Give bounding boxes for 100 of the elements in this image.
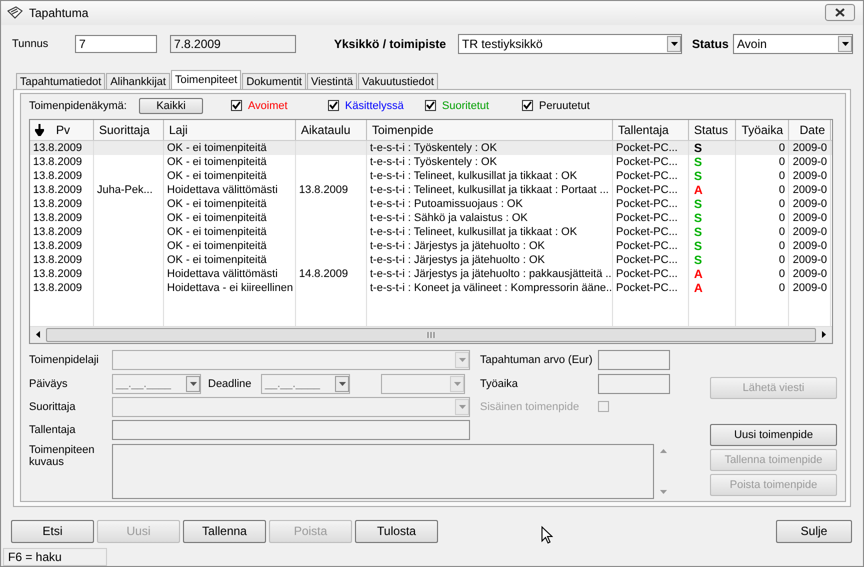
horizontal-scrollbar[interactable] (30, 326, 832, 343)
filter-checkbox[interactable] (328, 100, 339, 112)
dropdown-arrow-icon[interactable] (670, 42, 678, 46)
tab[interactable]: Toimenpiteet (170, 70, 242, 89)
column-header[interactable]: Tallentaja (613, 120, 689, 140)
action-button[interactable]: Uusi toimenpide (710, 424, 837, 446)
filter-checkbox[interactable] (231, 100, 242, 112)
unit-dropdown[interactable]: TR testiyksikkö (458, 34, 682, 54)
table-cell: 13.8.2009 (33, 268, 82, 280)
command-button[interactable]: Tallenna (183, 520, 266, 542)
description-field[interactable] (112, 444, 654, 499)
table-cell: Hoidettava välittömästi (167, 268, 278, 280)
performer-label: Suorittaja (29, 400, 76, 413)
column-header[interactable]: Työaika (736, 120, 789, 140)
table-cell: 13.8.2009 (33, 254, 82, 266)
column-header[interactable]: Status (689, 120, 736, 140)
table-row[interactable]: 13.8.2009 Hoidettava - ei kiireellinen t-e-s-t-i : Koneet ja välineet : Kompressorin ääne...Pocket-PC... A 0 2009-0 (30, 280, 832, 295)
filter-checkbox[interactable] (522, 100, 533, 112)
filter-label: Avoimet (248, 100, 289, 112)
id-label: Tunnus (12, 38, 50, 50)
table-cell: t-e-s-t-i : Telineet, kulkusillat ja tikkaat : Portaat ... (370, 184, 609, 196)
table-row[interactable]: 13.8.2009 OK - ei toimenpiteitä t-e-s-t-i : Järjestys ja jätehuolto : OK Pocket-PC... S 0 2009-0 (30, 252, 832, 267)
column-title: Laji (169, 122, 188, 137)
table-cell: 0 (778, 254, 785, 266)
table-cell: OK - ei toimenpiteitä (167, 240, 267, 252)
status-label: Status (692, 37, 730, 52)
tab[interactable]: Tapahtumatiedot (16, 72, 106, 89)
recorder-field[interactable] (112, 420, 470, 440)
table-cell: Hoidettava välittömästi (167, 184, 278, 196)
work-time-field[interactable] (598, 374, 670, 394)
right-arrow-icon[interactable] (822, 331, 826, 338)
all-button[interactable]: Kaikki (139, 98, 203, 114)
tab[interactable]: Vakuutustiedot (358, 72, 438, 89)
status-letter: S (693, 210, 702, 225)
id-field[interactable]: 7 (75, 35, 157, 54)
table-row[interactable]: 13.8.2009 OK - ei toimenpiteitä t-e-s-t-i : Sähkö ja valaistus : OK Pocket-PC... S 0 2009-0 (30, 210, 832, 225)
performer-dropdown[interactable] (112, 396, 470, 417)
left-arrow-icon[interactable] (36, 331, 40, 338)
command-button[interactable]: Etsi (11, 520, 94, 542)
table-row[interactable]: 13.8.2009 Hoidettava välittömästi 14.8.2009 t-e-s-t-i : Järjestys ja jätehuolto : pakkausjätteitä ...Pocket-PC... A 0 2009-0 (30, 266, 832, 281)
table-cell: t-e-s-t-i : Järjestys ja jätehuolto : OK (370, 254, 545, 266)
table-row[interactable]: 13.8.2009 OK - ei toimenpiteitä t-e-s-t-i : Telineet, kulkusillat ja tikkaat : OK Pocket-PC... S 0 2009-0 (30, 168, 832, 183)
dropdown-arrow-icon[interactable] (190, 382, 196, 386)
filter-label: Peruutetut (539, 100, 591, 112)
filter-checkbox[interactable] (425, 100, 436, 112)
status-letter: S (693, 224, 702, 239)
command-button[interactable]: Tulosta (355, 520, 438, 542)
column-header[interactable]: Toimenpide (367, 120, 613, 140)
dropdown-arrow-icon[interactable] (842, 42, 848, 46)
table-cell: 0 (778, 226, 785, 238)
column-header[interactable]: Pv (30, 120, 94, 140)
filter-label: Käsittelyssä (345, 100, 405, 112)
table-cell: t-e-s-t-i : Koneet ja välineet : Kompressorin ääne... (370, 282, 612, 294)
status-letter: S (693, 196, 702, 211)
table-cell: Pocket-PC... (616, 184, 678, 196)
status-dropdown[interactable]: Avoin (733, 34, 853, 54)
table-row[interactable]: 13.8.2009 Juha-Pek... Hoidettava välittömästi 13.8.2009 t-e-s-t-i : Telineet, kulkusillat ja tikkaat : Portaat ... Pocket-PC... A 0 2009-0 (30, 182, 832, 197)
column-header[interactable]: Aikataulu (296, 120, 367, 140)
table-row[interactable]: 13.8.2009 OK - ei toimenpiteitä t-e-s-t-i : Telineet, kulkusillat ja tikkaat : OK Pocket-PC... S 0 2009-0 (30, 224, 832, 239)
close-button[interactable] (825, 4, 855, 22)
action-type-dropdown[interactable] (112, 350, 470, 370)
dropdown-arrow-icon[interactable] (338, 382, 346, 386)
table-cell: Pocket-PC... (616, 212, 678, 224)
internal-action-label: Sisäinen toimenpide (480, 400, 580, 413)
column-header[interactable]: Suorittaja (94, 120, 164, 140)
column-header[interactable]: Date (789, 120, 831, 140)
table-cell: 0 (778, 282, 785, 294)
tab[interactable]: Viestintä (307, 72, 357, 89)
date-label: Päiväys (29, 378, 69, 390)
deadline-picker[interactable]: __.__.____ (261, 374, 350, 394)
table-cell: Pocket-PC... (616, 198, 678, 210)
table-row[interactable]: 13.8.2009 OK - ei toimenpiteitä t-e-s-t-i : Putoamissuojaus : OK Pocket-PC... S 0 2009-0 (30, 196, 832, 211)
date-picker[interactable]: __.__.____ (112, 374, 201, 394)
up-arrow-icon[interactable] (660, 448, 668, 453)
sort-arrow-icon (35, 124, 44, 136)
table-cell: 13.8.2009 (299, 184, 348, 196)
time-dropdown[interactable] (381, 374, 465, 394)
table-cell: OK - ei toimenpiteitä (167, 142, 267, 154)
table-cell: OK - ei toimenpiteitä (167, 156, 267, 168)
window-title: Tapahtuma (29, 6, 90, 20)
table-cell: 0 (778, 156, 785, 168)
filter-label: Suoritetut (442, 100, 490, 112)
tab[interactable]: Alihankkijat (106, 72, 170, 89)
table-row[interactable]: 13.8.2009 OK - ei toimenpiteitä t-e-s-t-i : Työskentely : OK Pocket-PC... S 0 2009-0 (30, 154, 832, 169)
table-row[interactable]: 13.8.2009 OK - ei toimenpiteitä t-e-s-t-i : Järjestys ja jätehuolto : OK Pocket-PC... S 0 2009-0 (30, 238, 832, 253)
event-value-field[interactable] (598, 350, 670, 370)
action-type-label: Toimenpidelaji (29, 354, 100, 366)
table-cell: t-e-s-t-i : Telineet, kulkusillat ja tikkaat : OK (370, 170, 578, 182)
unit-label: Yksikkö / toimipiste (334, 37, 448, 52)
table-cell: 13.8.2009 (33, 226, 82, 238)
tab[interactable]: Dokumentit (242, 72, 306, 89)
table-cell: 13.8.2009 (33, 170, 82, 182)
column-title: Työaika (742, 122, 783, 137)
column-header[interactable]: Laji (164, 120, 296, 140)
close-dialog-button[interactable]: Sulje (776, 520, 852, 542)
table-row[interactable]: 13.8.2009 OK - ei toimenpiteitä t-e-s-t-i : Työskentely : OK Pocket-PC... S 0 2009-0 (30, 140, 832, 155)
table-cell: 0 (778, 268, 785, 280)
table-cell: 0 (778, 184, 785, 196)
view-label: Toimenpidenäkymä: (29, 100, 128, 112)
table-cell: 2009-0 (792, 240, 827, 252)
